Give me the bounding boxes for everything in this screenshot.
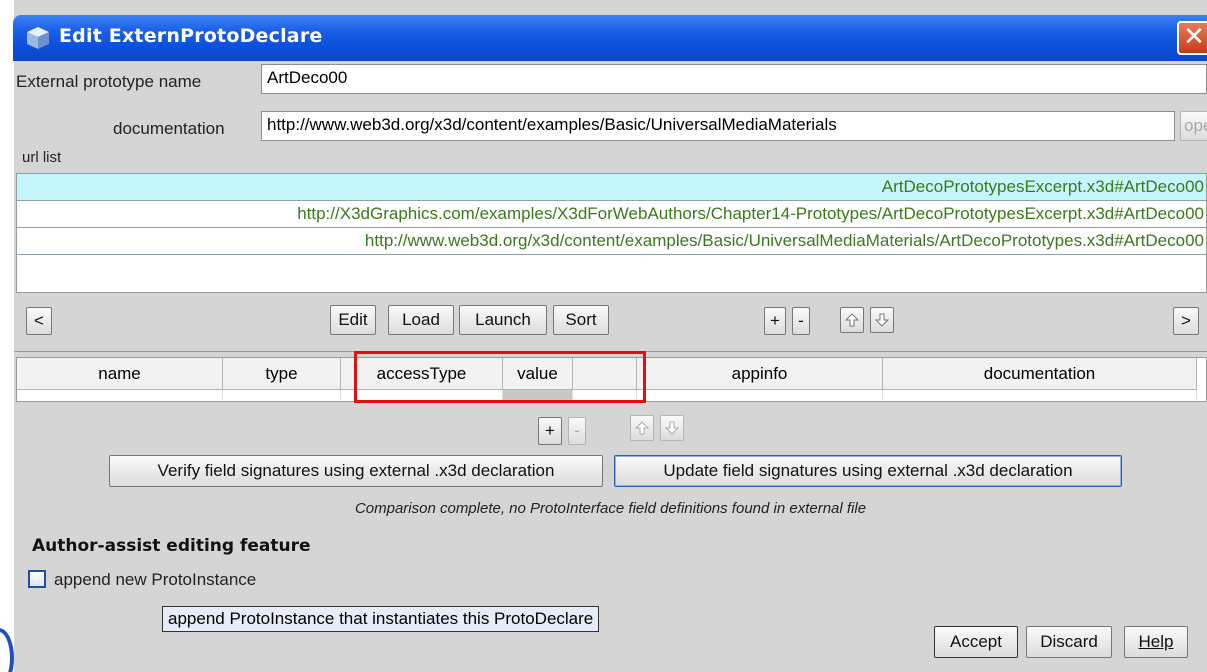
close-button[interactable]: ✕ — [1177, 21, 1207, 55]
column-header-documentation[interactable]: documentation — [883, 358, 1197, 390]
window-title: Edit ExternProtoDeclare — [59, 25, 323, 47]
column-header-name[interactable]: name — [17, 358, 223, 390]
url-load-button[interactable]: Load — [388, 305, 454, 335]
documentation-input[interactable]: http://www.web3d.org/x3d/content/example… — [261, 111, 1175, 141]
url-list-label: url list — [22, 149, 62, 166]
update-signatures-button[interactable]: Update field signatures using external .… — [614, 455, 1122, 487]
tooltip: append ProtoInstance that instantiates t… — [162, 606, 600, 632]
help-button[interactable]: Help — [1124, 626, 1188, 658]
field-move-down-button[interactable] — [660, 415, 684, 441]
title-bar[interactable]: Edit ExternProtoDeclare ✕ — [13, 15, 1207, 61]
field-move-up-button[interactable] — [630, 415, 654, 441]
name-label: External prototype name — [16, 72, 202, 91]
field-add-button[interactable]: + — [538, 417, 562, 445]
field-remove-button[interactable]: - — [568, 417, 586, 445]
discard-button[interactable]: Discard — [1026, 626, 1112, 658]
documentation-label: documentation — [113, 119, 225, 138]
open-button[interactable]: open — [1180, 111, 1207, 141]
url-list-item[interactable]: ArtDecoPrototypesExcerpt.x3d#ArtDeco00 — [17, 174, 1206, 201]
url-launch-button[interactable]: Launch — [459, 305, 547, 335]
dialog-window: Edit ExternProtoDeclare ✕ External proto… — [0, 0, 1207, 672]
annotation-highlight-box — [354, 351, 646, 403]
url-edit-button[interactable]: Edit — [330, 305, 376, 335]
accept-button[interactable]: Accept — [934, 626, 1018, 658]
table-cell[interactable] — [223, 390, 341, 400]
arrow-up-icon — [844, 313, 860, 327]
background-strip — [0, 0, 14, 672]
arrow-down-icon — [664, 421, 680, 435]
arrow-down-icon — [874, 313, 890, 327]
verify-signatures-button[interactable]: Verify field signatures using external .… — [109, 455, 603, 487]
column-header-appinfo[interactable]: appinfo — [637, 358, 883, 390]
url-add-button[interactable]: + — [764, 307, 786, 335]
move-up-button[interactable] — [840, 307, 864, 333]
url-remove-button[interactable]: - — [792, 307, 810, 335]
table-cell[interactable] — [883, 390, 1197, 400]
url-prev-button[interactable]: < — [26, 307, 52, 335]
move-down-button[interactable] — [870, 307, 894, 333]
url-sort-button[interactable]: Sort — [553, 305, 609, 335]
name-input[interactable]: ArtDeco00 — [261, 64, 1207, 94]
url-next-button[interactable]: > — [1173, 307, 1199, 335]
table-cell[interactable] — [17, 390, 223, 400]
url-list-item[interactable]: http://www.web3d.org/x3d/content/example… — [17, 228, 1206, 255]
author-assist-heading: Author-assist editing feature — [32, 536, 311, 556]
x3d-cube-icon — [27, 27, 49, 49]
url-list-item[interactable]: http://X3dGraphics.com/examples/X3dForWe… — [17, 201, 1206, 228]
append-protoinstance-checkbox[interactable] — [28, 570, 46, 588]
url-list[interactable]: ArtDecoPrototypesExcerpt.x3d#ArtDeco00 h… — [16, 173, 1207, 293]
arrow-up-icon — [634, 421, 650, 435]
column-header-type[interactable]: type — [223, 358, 341, 390]
comparison-status: Comparison complete, no ProtoInterface f… — [354, 500, 867, 517]
table-cell[interactable] — [637, 390, 883, 400]
append-protoinstance-label[interactable]: append new ProtoInstance — [54, 570, 256, 590]
background-logo-fragment — [0, 628, 14, 672]
